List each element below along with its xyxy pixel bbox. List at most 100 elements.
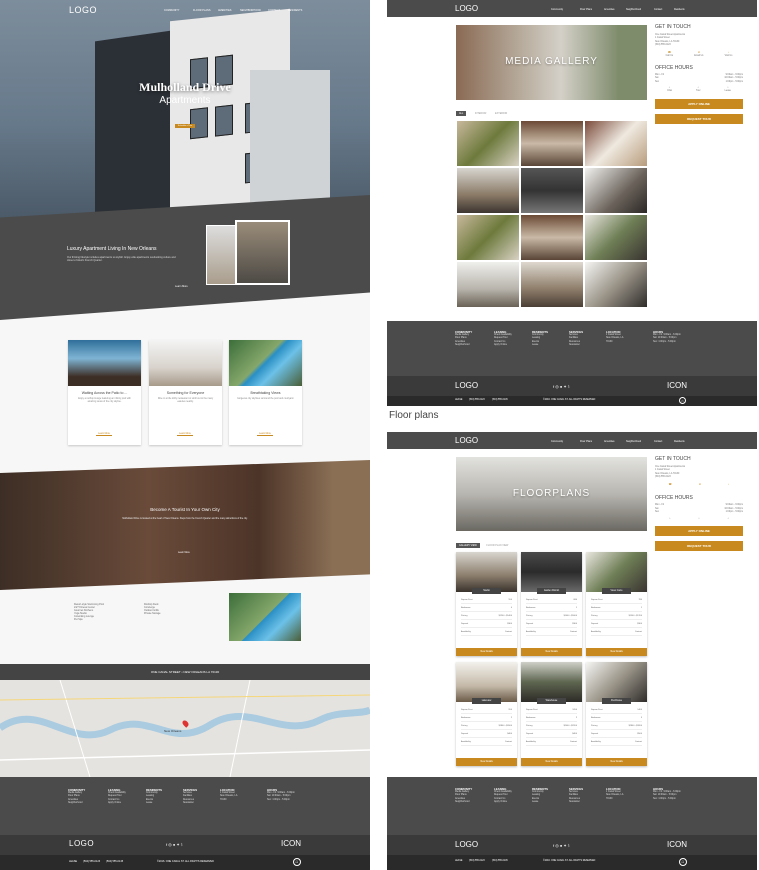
- nav-contact[interactable]: Contact: [268, 9, 280, 12]
- gallery-thumb[interactable]: [456, 120, 520, 167]
- nav-residents[interactable]: Residents: [288, 9, 302, 12]
- gallery-thumb[interactable]: [456, 167, 520, 214]
- brick-learn-more-link[interactable]: Learn More: [178, 552, 190, 554]
- view-details-button[interactable]: View Details: [456, 758, 517, 766]
- tab-all[interactable]: ALL: [456, 111, 467, 116]
- footer-link[interactable]: Neighborhood: [68, 802, 85, 805]
- sub-footer: LOGO f ◎ ● ✦ ⌇ ICON: [0, 835, 370, 855]
- nav-residents[interactable]: Residents: [674, 440, 685, 443]
- pinterest-icon[interactable]: ●: [560, 843, 562, 848]
- footer-link[interactable]: Lease: [532, 801, 548, 804]
- apply-online-button[interactable]: APPLY ONLINE: [655, 525, 743, 536]
- view-details-button[interactable]: View Details: [586, 758, 647, 766]
- request-tour-button[interactable]: REQUEST TOUR: [655, 540, 743, 551]
- footer-link[interactable]: Apply Online: [494, 344, 512, 347]
- location-icon[interactable]: ⌖: [728, 484, 729, 487]
- instagram-icon[interactable]: ◎: [555, 384, 559, 389]
- tab-floor-plan-view[interactable]: FLOOR PLAN VIEW: [486, 544, 508, 547]
- gallery-thumb[interactable]: [456, 214, 520, 261]
- card-learn-more-link[interactable]: Learn More: [177, 433, 193, 436]
- nav-contact[interactable]: Contact: [654, 440, 662, 443]
- footer-logo[interactable]: LOGO: [455, 840, 478, 849]
- location-icon[interactable]: ⌖ Visit Us: [725, 52, 733, 59]
- chat-icon[interactable]: ○: [669, 518, 670, 521]
- phone-icon[interactable]: ☎: [669, 484, 672, 487]
- gallery-thumb[interactable]: [584, 214, 648, 261]
- tour-icon[interactable]: ○: [698, 518, 699, 521]
- gallery-thumb[interactable]: [584, 120, 648, 167]
- nav-community[interactable]: Community: [551, 8, 563, 11]
- logo[interactable]: LOGO: [69, 5, 97, 15]
- nav-residents[interactable]: Residents: [674, 8, 685, 11]
- instagram-icon[interactable]: ◎: [168, 842, 172, 847]
- tab-interior[interactable]: INTERIOR: [475, 112, 486, 115]
- request-tour-button[interactable]: REQUEST TOUR: [655, 113, 743, 124]
- gallery-thumb[interactable]: [520, 214, 584, 261]
- view-details-button[interactable]: View Details: [521, 648, 582, 656]
- nav-amenities[interactable]: Amenities: [604, 440, 615, 443]
- rss-icon[interactable]: ⌇: [568, 843, 570, 848]
- lease-icon[interactable]: ○ Lease: [725, 87, 731, 94]
- footer-logo[interactable]: LOGO: [455, 381, 478, 390]
- footer-link[interactable]: Neighborhood: [455, 801, 472, 804]
- intro-learn-more-link[interactable]: Learn More: [175, 285, 188, 288]
- view-details-button[interactable]: View Details: [456, 648, 517, 656]
- nav-neighborhood[interactable]: Neighborhood: [626, 440, 641, 443]
- nav-contact[interactable]: Contact: [654, 8, 662, 11]
- nav-community[interactable]: Community: [164, 9, 179, 12]
- tab-gallery-view[interactable]: GALLERY VIEW: [456, 543, 480, 548]
- rss-icon[interactable]: ⌇: [181, 842, 183, 847]
- footer-link[interactable]: Newsletter: [183, 802, 197, 805]
- tab-exterior[interactable]: EXTERIOR: [495, 112, 507, 115]
- tour-icon[interactable]: ○ Tour: [696, 87, 700, 94]
- gallery-thumb[interactable]: [584, 261, 648, 308]
- logo[interactable]: LOGO: [455, 436, 478, 445]
- nav-amenities[interactable]: Amenities: [218, 9, 231, 12]
- nav-neighborhood[interactable]: Neighborhood: [240, 9, 261, 12]
- footer-link[interactable]: Newsletter: [569, 344, 583, 347]
- rss-icon[interactable]: ⌇: [568, 384, 570, 389]
- twitter-icon[interactable]: ✦: [176, 842, 179, 847]
- email-icon[interactable]: ✉: [699, 484, 701, 487]
- gallery-thumb[interactable]: [584, 167, 648, 214]
- schedule-tour-button[interactable]: Schedule a Tour: [175, 124, 195, 128]
- instagram-icon[interactable]: ◎: [555, 843, 559, 848]
- view-details-button[interactable]: View Details: [521, 758, 582, 766]
- chat-icon[interactable]: ○ Chat: [667, 87, 672, 94]
- nav-community[interactable]: Community: [551, 440, 563, 443]
- nav-amenities[interactable]: Amenities: [604, 8, 615, 11]
- gallery-thumb[interactable]: [520, 261, 584, 308]
- footer-link[interactable]: Neighborhood: [455, 344, 472, 347]
- card-learn-more-link[interactable]: Learn More: [96, 433, 112, 436]
- contact-line: (504) 555-0123: [655, 44, 671, 47]
- logo[interactable]: LOGO: [455, 4, 478, 13]
- pinterest-icon[interactable]: ●: [560, 384, 562, 389]
- footer-link[interactable]: Lease: [532, 344, 548, 347]
- twitter-icon[interactable]: ✦: [563, 843, 566, 848]
- twitter-icon[interactable]: ✦: [563, 384, 566, 389]
- view-details-button[interactable]: View Details: [586, 648, 647, 656]
- apply-online-button[interactable]: APPLY ONLINE: [655, 98, 743, 109]
- facebook-icon[interactable]: f: [553, 843, 554, 848]
- footer-link[interactable]: Lease: [146, 802, 162, 805]
- gallery-thumb[interactable]: [520, 120, 584, 167]
- phone-icon[interactable]: ☎ Call Us: [666, 52, 673, 59]
- nav-floor-plans[interactable]: Floor Plans: [580, 440, 592, 443]
- nav-neighborhood[interactable]: Neighborhood: [626, 8, 641, 11]
- footer-link[interactable]: Apply Online: [108, 802, 126, 805]
- footer-logo[interactable]: LOGO: [69, 839, 94, 848]
- plan-row: Pricing $1400 - $1600: [526, 612, 577, 620]
- card-learn-more-link[interactable]: Learn More: [257, 433, 273, 436]
- lease-icon[interactable]: ○: [728, 518, 729, 521]
- gallery-thumb[interactable]: [520, 167, 584, 214]
- nav-floor-plans[interactable]: Floor Plans: [193, 9, 211, 12]
- facebook-icon[interactable]: f: [166, 842, 167, 847]
- facebook-icon[interactable]: f: [553, 384, 554, 389]
- footer-link[interactable]: Newsletter: [569, 801, 583, 804]
- map[interactable]: New Orleans: [0, 680, 370, 777]
- gallery-thumb[interactable]: [456, 261, 520, 308]
- email-icon[interactable]: ✉ Email Us: [694, 52, 703, 59]
- footer-link[interactable]: Apply Online: [494, 801, 512, 804]
- nav-floor-plans[interactable]: Floor Plans: [580, 8, 592, 11]
- pinterest-icon[interactable]: ●: [173, 842, 175, 847]
